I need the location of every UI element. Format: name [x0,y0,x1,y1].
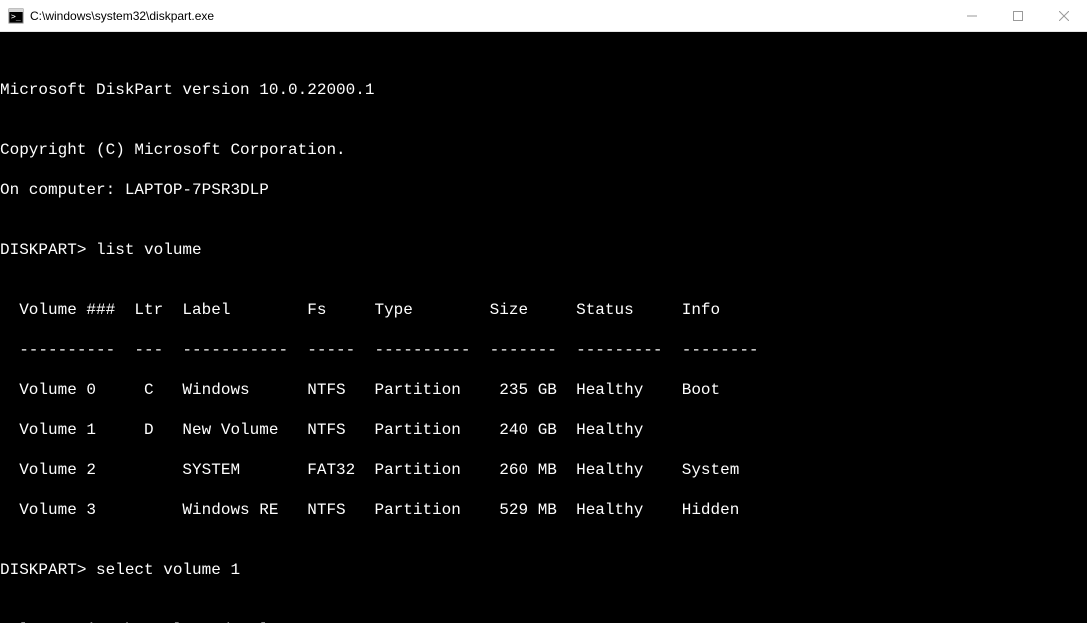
terminal-command: DISKPART> list volume [0,240,1087,260]
window-title: C:\windows\system32\diskpart.exe [30,9,949,23]
terminal-line-version: Microsoft DiskPart version 10.0.22000.1 [0,80,1087,100]
table-header: Volume ### Ltr Label Fs Type Size Status… [0,300,1087,320]
svg-text:>_: >_ [11,12,21,21]
titlebar[interactable]: >_ C:\windows\system32\diskpart.exe [0,0,1087,32]
terminal-line-copyright: Copyright (C) Microsoft Corporation. [0,140,1087,160]
app-icon: >_ [8,8,24,24]
table-row: Volume 3 Windows RE NTFS Partition 529 M… [0,500,1087,520]
terminal-command: DISKPART> select volume 1 [0,560,1087,580]
table-row: Volume 0 C Windows NTFS Partition 235 GB… [0,380,1087,400]
window-controls [949,0,1087,31]
table-divider: ---------- --- ----------- ----- -------… [0,340,1087,360]
terminal-output[interactable]: Microsoft DiskPart version 10.0.22000.1 … [0,32,1087,623]
maximize-button[interactable] [995,0,1041,31]
minimize-button[interactable] [949,0,995,31]
table-row: Volume 1 D New Volume NTFS Partition 240… [0,420,1087,440]
app-window: >_ C:\windows\system32\diskpart.exe Micr… [0,0,1087,623]
terminal-line-computer: On computer: LAPTOP-7PSR3DLP [0,180,1087,200]
close-button[interactable] [1041,0,1087,31]
table-row: Volume 2 SYSTEM FAT32 Partition 260 MB H… [0,460,1087,480]
